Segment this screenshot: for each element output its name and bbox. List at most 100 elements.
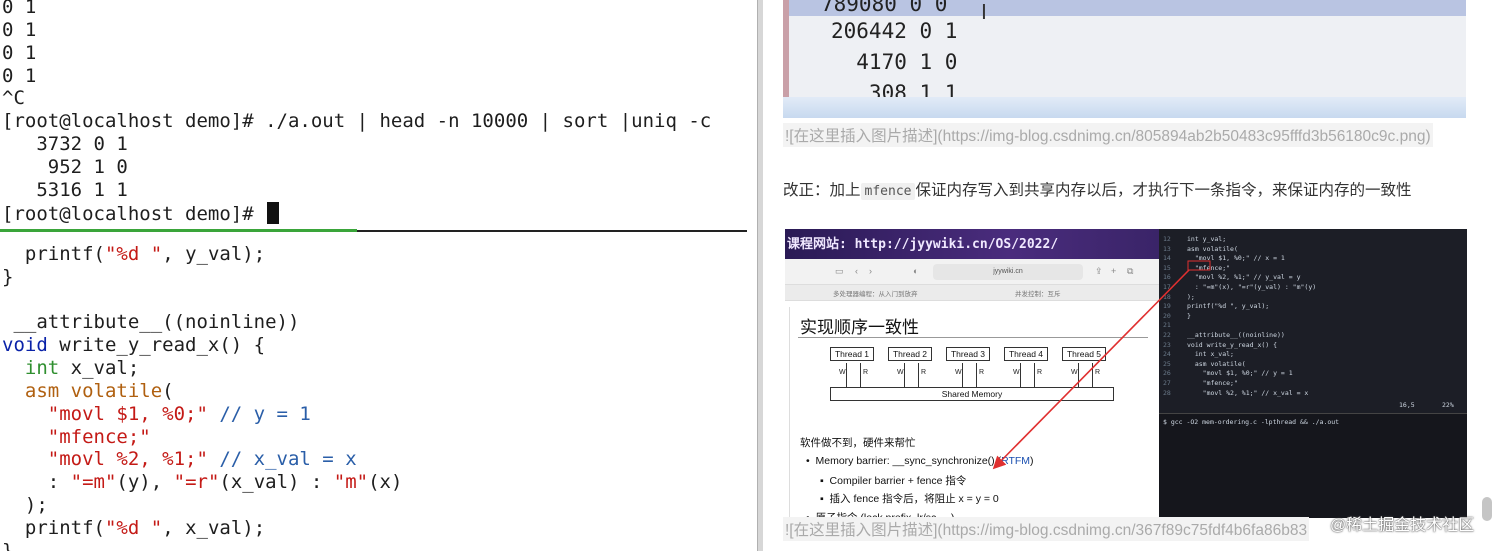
video-banner: 课程网站: http://jyywiki.cn/OS/2022/	[785, 229, 1159, 259]
video-code-line: "movl %2, %1;" // x_val = x	[1187, 388, 1309, 397]
read-arrow	[1034, 363, 1035, 387]
browser-toolbar: ▭ ‹ › ◐ jyywiki.cn ⇪ + ⧉	[785, 259, 1159, 285]
code-line: : "=m"(y), "=r"(x_val) : "m"(x)	[47, 471, 403, 493]
output-screenshot-image: 789080 0 0 I 206442 0 1 4170 1 0 308 1 1	[783, 0, 1466, 118]
video-code-line: "mfence;"	[1187, 263, 1231, 272]
write-arrow	[962, 363, 963, 387]
video-terminal: $ gcc -O2 mem-ordering.c -lpthread && ./…	[1159, 413, 1467, 518]
terminal-line: 0 1	[2, 65, 37, 87]
terminal-command: [root@localhost demo]# ./a.out | head -n…	[2, 110, 712, 132]
video-code-line-number: 27	[1163, 379, 1171, 387]
code-editor[interactable]: printf("%d ", y_val); } __attribute__((n…	[0, 236, 757, 551]
video-code-line: "movl $1, %0;" // x = 1	[1187, 254, 1285, 263]
inline-code: mfence	[860, 183, 916, 200]
article-paragraph: 改正：加上 mfence 保证内存写入到共享内存以后，才执行下一条指令，来保证内存的…	[783, 182, 1412, 200]
video-code-line-number: 21	[1163, 321, 1171, 330]
video-code-area: 12 int y_val; 13 asm volatile( 14 "movl $1, …	[1159, 229, 1467, 409]
terminal-prompt: [root@localhost demo]#	[2, 203, 266, 225]
terminal-result: 5316 1 1	[2, 179, 128, 201]
browser-window: ▭ ‹ › ◐ jyywiki.cn ⇪ + ⧉ 多处理器编程：从入门到放弃 并…	[785, 259, 1159, 518]
video-code-line: );	[1187, 292, 1195, 301]
terminal-prompt-line[interactable]: [root@localhost demo]#	[2, 202, 280, 226]
video-code-line-number: 18	[1163, 292, 1171, 301]
video-code-line-number: 20	[1163, 311, 1171, 320]
image-footer-strip	[783, 97, 1466, 118]
video-code-line-number: 24	[1163, 350, 1171, 359]
read-arrow	[860, 363, 861, 387]
write-arrow	[1078, 363, 1079, 387]
terminal-line: ^C	[2, 87, 25, 109]
video-code-line: int y_val;	[1187, 235, 1227, 243]
code-line: );	[24, 494, 48, 516]
video-code-line-number: 19	[1163, 302, 1171, 311]
code-line: "mfence;"	[47, 426, 151, 448]
slide-divider	[798, 337, 1148, 338]
lecture-screenshot-image: 课程网站: http://jyywiki.cn/OS/2022/ ▭ ‹ › ◐…	[785, 229, 1467, 518]
video-code-line-number: 16	[1163, 273, 1171, 282]
video-code-line: __attribute__((noinline))	[1187, 331, 1285, 339]
video-code-line-number: 23	[1163, 340, 1171, 349]
code-line: "movl $1, %0;" // y = 1	[47, 403, 311, 425]
code-line: "movl %2, %1;" // x_val = x	[47, 448, 357, 470]
video-code-line-number: 26	[1163, 369, 1171, 378]
terminal-panel[interactable]: 0 1 0 1 0 1 0 1 ^C [root@localhost demo]…	[0, 0, 757, 230]
tabs-overview-icon: ⧉	[1127, 266, 1134, 276]
code-line: int x_val;	[24, 357, 140, 379]
video-code-line: asm volatile(	[1187, 244, 1238, 253]
video-terminal-line: $ gcc -O2 mem-ordering.c -lpthread && ./…	[1163, 418, 1340, 426]
pane-divider	[357, 230, 747, 232]
course-url-text: 课程网站: http://jyywiki.cn/OS/2022/	[787, 237, 1059, 252]
shared-memory-box: Shared Memory	[830, 387, 1114, 401]
browser-tab: 多处理器编程：从入门到放弃	[833, 291, 918, 298]
editor-status-line: 16,5 22%	[1399, 401, 1454, 409]
forward-icon: ›	[869, 266, 872, 276]
lecture-slide: 实现顺序一致性 Thread 1 Thread 2 Thread 3 Threa…	[789, 307, 1155, 518]
shield-icon: ◐	[913, 266, 919, 276]
text-cursor-icon: I	[981, 0, 987, 24]
write-arrow	[1020, 363, 1021, 387]
video-code-line: "mfence;"	[1187, 379, 1238, 387]
pane-divider-active	[0, 229, 357, 232]
thread-box: Thread 5	[1062, 347, 1106, 361]
video-code-line: : "=m"(x), "=r"(y_val) : "m"(y)	[1187, 283, 1317, 291]
terminal-cursor	[267, 202, 280, 224]
code-line: }	[2, 266, 14, 288]
video-code-line: void write_y_read_x() {	[1187, 340, 1278, 349]
slide-text: 软件做不到，硬件来帮忙	[800, 437, 916, 449]
video-code-panel: 12 int y_val; 13 asm volatile( 14 "movl $1, …	[1159, 229, 1467, 518]
code-line: printf("%d ", y_val);	[24, 243, 266, 265]
video-code-line: }	[1187, 311, 1191, 320]
code-line: void write_y_read_x() {	[2, 334, 266, 356]
video-code-line: "movl %2, %1;" // y_val = y	[1187, 273, 1301, 282]
thread-box: Thread 1	[830, 347, 874, 361]
output-row: 789080 0 0	[821, 0, 948, 16]
video-code-line-number: 13	[1163, 244, 1171, 253]
terminal-line: 0 1	[2, 0, 37, 18]
read-arrow	[918, 363, 919, 387]
browser-address-bar: jyywiki.cn	[933, 264, 1083, 280]
article-pane[interactable]: 789080 0 0 I 206442 0 1 4170 1 0 308 1 1…	[763, 0, 1512, 551]
video-code-line-number: 15	[1163, 263, 1171, 272]
terminal-line: 0 1	[2, 42, 37, 64]
video-code-line-number: 28	[1163, 388, 1171, 397]
video-code-line: int x_val;	[1187, 350, 1234, 359]
left-pane: 0 1 0 1 0 1 0 1 ^C [root@localhost demo]…	[0, 0, 757, 551]
read-arrow	[976, 363, 977, 387]
slide-bullet: • Memory barrier: __sync_synchronize() (…	[806, 455, 1034, 467]
terminal-result: 952 1 0	[2, 156, 128, 178]
add-tab-icon: +	[1111, 266, 1117, 276]
video-code-line: "movl $1, %0;" // y = 1	[1187, 369, 1293, 378]
thread-box: Thread 4	[1004, 347, 1048, 361]
terminal-result: 3732 0 1	[2, 133, 128, 155]
watermark-text: @稀土掘金技术社区	[1330, 517, 1475, 534]
image-markdown-caption: ![在这里插入图片描述](https://img-blog.csdnimg.cn…	[783, 123, 1433, 147]
sidebar-icon: ▭	[835, 266, 844, 276]
video-code-line-number: 22	[1163, 331, 1171, 339]
video-code-line-number: 12	[1163, 235, 1171, 243]
scrollbar-thumb[interactable]	[1482, 497, 1492, 521]
browser-tabs: 多处理器编程：从入门到放弃 并发控制：互斥	[785, 285, 1159, 301]
video-code-line-number: 14	[1163, 254, 1171, 263]
code-line: __attribute__((noinline))	[2, 311, 300, 333]
back-icon: ‹	[855, 266, 858, 276]
video-code-line-number: 17	[1163, 283, 1171, 291]
